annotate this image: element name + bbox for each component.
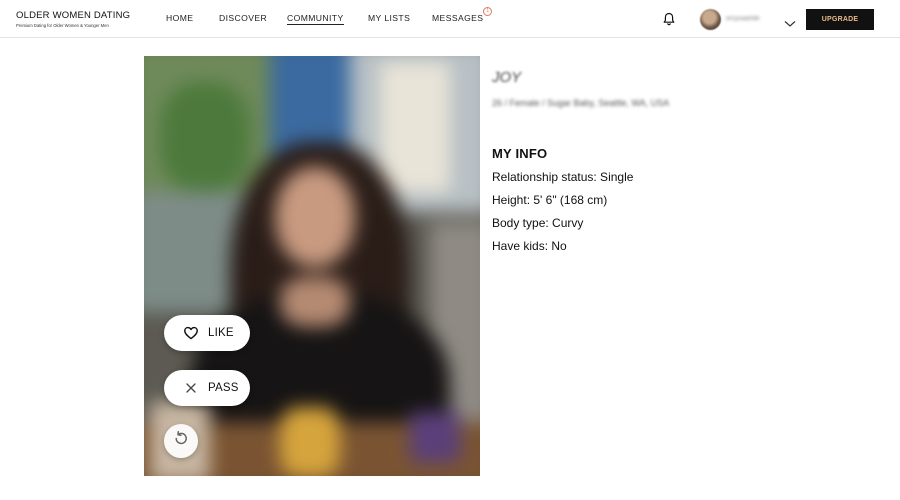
avatar[interactable]: [700, 9, 721, 30]
close-icon: [183, 380, 199, 396]
undo-button[interactable]: [164, 424, 198, 458]
nav-home[interactable]: HOME: [166, 13, 193, 23]
like-button[interactable]: LIKE: [164, 315, 250, 351]
nav-messages[interactable]: MESSAGES 1: [432, 7, 493, 23]
pass-label: PASS: [208, 382, 239, 394]
brand-tagline: Premium Dating for Older Women & Younger…: [16, 23, 109, 28]
messages-badge: 1: [483, 7, 493, 16]
profile-photo-image: [144, 56, 480, 476]
info-have-kids: Have kids: No: [492, 239, 567, 253]
brand-logo[interactable]: OLDER WOMEN DATING Premium Dating for Ol…: [16, 10, 130, 28]
top-header: OLDER WOMEN DATING Premium Dating for Ol…: [0, 0, 900, 38]
nav-community[interactable]: COMMUNITY: [287, 13, 344, 25]
username: ercysaaride: [726, 15, 760, 22]
info-body-type: Body type: Curvy: [492, 216, 584, 230]
like-label: LIKE: [208, 327, 234, 339]
profile-name: JOY: [492, 69, 522, 86]
undo-icon: [172, 430, 190, 453]
info-height: Height: 5' 6" (168 cm): [492, 193, 608, 207]
pass-button[interactable]: PASS: [164, 370, 250, 406]
chevron-down-icon[interactable]: [784, 15, 796, 27]
nav-messages-label: MESSAGES: [432, 13, 484, 23]
brand-title: OLDER WOMEN DATING: [16, 10, 131, 21]
upgrade-button[interactable]: UPGRADE: [806, 9, 874, 30]
my-info-heading: MY INFO: [492, 146, 548, 161]
heart-icon: [183, 325, 199, 341]
profile-meta: 26 / Female / Sugar Baby, Seattle, WA, U…: [492, 98, 670, 108]
info-relationship-status: Relationship status: Single: [492, 170, 634, 184]
bell-icon[interactable]: [662, 12, 676, 26]
nav-my-lists[interactable]: MY LISTS: [368, 13, 410, 23]
profile-photo: [144, 56, 480, 476]
nav-discover[interactable]: DISCOVER: [219, 13, 267, 23]
